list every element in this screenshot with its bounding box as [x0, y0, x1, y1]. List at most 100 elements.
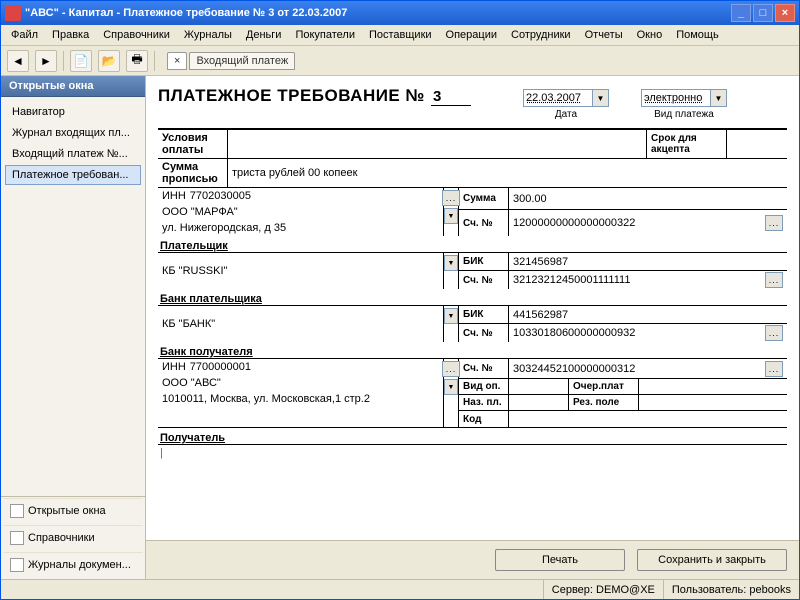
windows-icon	[10, 504, 24, 518]
recv-bik-label: БИК	[459, 306, 509, 324]
menu-suppliers[interactable]: Поставщики	[363, 27, 438, 43]
menu-window[interactable]: Окно	[631, 27, 669, 43]
payer-bik-value[interactable]: 321456987	[509, 253, 787, 271]
recv-name: ООО "АВС"	[158, 375, 443, 391]
menu-reports[interactable]: Отчеты	[579, 27, 629, 43]
payer-bik-label: БИК	[459, 253, 509, 271]
sidebar-item-payment-request[interactable]: Платежное требован...	[5, 165, 141, 185]
payer-bank-sch-label: Сч. №	[459, 271, 509, 289]
payer-sch-value[interactable]: 12000000000000000322	[513, 217, 635, 229]
status-server-label: Сервер:	[552, 584, 593, 596]
menu-buyers[interactable]: Покупатели	[289, 27, 361, 43]
recv-bank-sch-lookup[interactable]: ...	[765, 325, 783, 341]
ocher-value[interactable]	[639, 379, 787, 394]
recv-inn-label: ИНН	[162, 361, 186, 373]
payer-bank-sch-lookup[interactable]: ...	[765, 272, 783, 288]
sidebar-item-journal[interactable]: Журнал входящих пл...	[5, 123, 141, 143]
recv-bank-sch-value[interactable]: 10330180600000000932	[513, 327, 635, 339]
payer-address: ул. Нижегородская, д 35	[158, 220, 443, 236]
payer-name: ООО "МАРФА"	[158, 204, 443, 220]
pay-kind-field[interactable]	[641, 89, 711, 107]
status-server-value: DEMO@XE	[596, 584, 655, 596]
tab-close-icon[interactable]: ×	[167, 52, 187, 70]
app-icon	[5, 5, 21, 21]
sidebar-item-incoming[interactable]: Входящий платеж №...	[5, 144, 141, 164]
recv-sch-lookup[interactable]: ...	[765, 361, 783, 377]
print-button[interactable]: Печать	[495, 549, 625, 571]
payer-sch-label: Сч. №	[459, 210, 509, 236]
paykind-dropdown-icon[interactable]: ▼	[711, 89, 727, 107]
tab-incoming-payment[interactable]: Входящий платеж	[189, 52, 295, 70]
accept-term-label: Срок для акцепта	[647, 130, 727, 158]
menu-journals[interactable]: Журналы	[178, 27, 238, 43]
minimize-button[interactable]: _	[731, 4, 751, 22]
status-user-value: pebooks	[749, 584, 791, 596]
recv-bank-dropdown[interactable]: ▼	[444, 308, 458, 324]
menu-employees[interactable]: Сотрудники	[505, 27, 577, 43]
kod-value[interactable]	[509, 411, 787, 427]
menu-help[interactable]: Помощь	[670, 27, 725, 43]
menubar: Файл Правка Справочники Журналы Деньги П…	[1, 25, 799, 46]
statusbar: Сервер: DEMO@XE Пользователь: pebooks	[1, 579, 799, 599]
recv-dropdown-icon[interactable]: ▼	[444, 379, 458, 395]
sidebar-btn-journals[interactable]: Журналы докумен...	[3, 552, 143, 578]
payer-lookup-button[interactable]: ...	[442, 190, 460, 206]
recv-lookup-button[interactable]: ...	[442, 361, 460, 377]
sidebar-header: Открытые окна	[1, 76, 145, 97]
new-doc-button[interactable]: 📄	[70, 50, 92, 72]
payer-dropdown-icon[interactable]: ▼	[444, 208, 458, 224]
window-title: "АВС" - Капитал - Платежное требование №…	[25, 7, 347, 19]
menu-file[interactable]: Файл	[5, 27, 44, 43]
vid-op-value[interactable]	[509, 379, 569, 394]
conditions-value[interactable]	[228, 130, 647, 158]
date-label: Дата	[523, 109, 609, 120]
doc-number-field[interactable]	[431, 88, 471, 106]
section-payer-bank: Банк плательщика	[158, 289, 787, 305]
document-area: ПЛАТЕЖНОЕ ТРЕБОВАНИЕ № ▼ Дата	[146, 76, 799, 540]
open-button[interactable]: 📂	[98, 50, 120, 72]
recv-inn-value: 7700000001	[190, 361, 251, 373]
titlebar: "АВС" - Капитал - Платежное требование №…	[1, 1, 799, 25]
date-dropdown-icon[interactable]: ▼	[593, 89, 609, 107]
nav-back-button[interactable]: ◄	[7, 50, 29, 72]
recv-sch-value[interactable]: 30324452100000000312	[513, 363, 635, 375]
recv-sch-label: Сч. №	[459, 359, 509, 379]
sidebar-item-navigator[interactable]: Навигатор	[5, 102, 141, 122]
section-recv: Получатель	[158, 427, 787, 444]
amount-words-value: триста рублей 00 копеек	[228, 159, 787, 187]
accept-term-value[interactable]	[727, 130, 787, 158]
section-recv-bank: Банк получателя	[158, 342, 787, 358]
sidebar: Открытые окна Навигатор Журнал входящих …	[1, 76, 146, 579]
paykind-label: Вид платежа	[641, 109, 727, 120]
journal-icon	[10, 558, 24, 572]
menu-directories[interactable]: Справочники	[97, 27, 176, 43]
maximize-button[interactable]: □	[753, 4, 773, 22]
print-button[interactable]: 🖶	[126, 50, 148, 72]
naz-pl-label: Наз. пл.	[459, 395, 509, 411]
sidebar-btn-directories[interactable]: Справочники	[3, 525, 143, 551]
save-close-button[interactable]: Сохранить и закрыть	[637, 549, 787, 571]
doc-date-field[interactable]	[523, 89, 593, 107]
rez-value[interactable]	[639, 395, 787, 410]
payer-inn-label: ИНН	[162, 190, 186, 202]
recv-bik-value[interactable]: 441562987	[509, 306, 787, 324]
toolbar-separator	[63, 51, 64, 71]
status-user-label: Пользователь:	[672, 584, 746, 596]
menu-edit[interactable]: Правка	[46, 27, 95, 43]
recv-bank-sch-label: Сч. №	[459, 324, 509, 342]
menu-money[interactable]: Деньги	[240, 27, 288, 43]
close-button[interactable]: ×	[775, 4, 795, 22]
payer-bank-dropdown[interactable]: ▼	[444, 255, 458, 271]
payer-sch-lookup[interactable]: ...	[765, 215, 783, 231]
payer-bank-sch-value[interactable]: 32123212450001111111	[513, 274, 630, 286]
sidebar-btn-open-windows[interactable]: Открытые окна	[3, 498, 143, 524]
menu-operations[interactable]: Операции	[440, 27, 503, 43]
summa-value[interactable]: 300.00	[509, 188, 787, 210]
payer-inn-value: 7702030005	[190, 190, 251, 202]
nav-fwd-button[interactable]: ►	[35, 50, 57, 72]
naz-pl-value[interactable]	[509, 395, 569, 410]
recv-address: 1010011, Москва, ул. Московская,1 стр.2	[158, 391, 443, 407]
book-icon	[10, 531, 24, 545]
conditions-label: Условия оплаты	[158, 130, 228, 158]
payer-bank-name: КБ "RUSSKI"	[158, 253, 443, 289]
